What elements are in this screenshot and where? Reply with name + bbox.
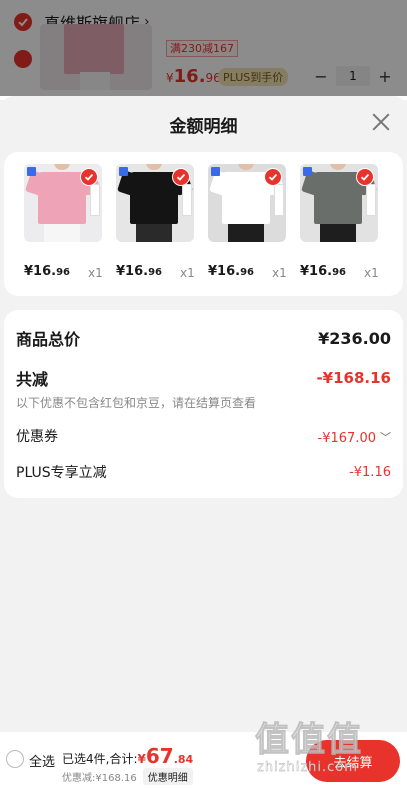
pants-image [320, 224, 356, 242]
item-quantity: x1 [180, 266, 195, 280]
selected-check-icon [356, 168, 374, 186]
discount-text: 优惠减:¥168.16 [62, 773, 137, 784]
plus-discount-value: -¥1.16 [349, 464, 391, 480]
watermark-url: zhizhizhi.com [257, 760, 358, 775]
size-strip [274, 184, 284, 216]
selected-check-icon [172, 168, 190, 186]
plus-discount-row: PLUS专享立减 -¥1.16 [16, 462, 391, 482]
item-price: ¥16.96 [300, 264, 346, 279]
discount-detail-button[interactable]: 优惠明细 [142, 768, 193, 785]
tshirt-image [314, 172, 362, 224]
price-decimal: 96 [332, 267, 346, 278]
item-card[interactable]: ¥16.96 x1 [116, 164, 200, 280]
item-card[interactable]: ¥16.96 x1 [300, 164, 384, 280]
price-integer: ¥16. [300, 264, 333, 279]
tshirt-image [38, 172, 86, 224]
selected-count-text: 已选4件,合计: [62, 752, 138, 766]
item-quantity: x1 [272, 266, 287, 280]
selected-check-icon [264, 168, 282, 186]
total-price-row: 商品总价 ¥236.00 [16, 326, 391, 350]
tag-icon [211, 167, 220, 176]
product-thumbnail[interactable] [24, 164, 102, 242]
modal-overlay[interactable] [0, 0, 407, 96]
total-price-label: 商品总价 [16, 330, 81, 349]
product-thumbnail[interactable] [300, 164, 378, 242]
coupon-value-wrap[interactable]: -¥167.00 ﹀ [318, 427, 391, 446]
tag-icon [303, 167, 312, 176]
item-card[interactable]: ¥16.96 x1 [208, 164, 292, 280]
tshirt-image [130, 172, 178, 224]
item-price: ¥16.96 [208, 264, 254, 279]
total-integer: 67 [145, 744, 174, 768]
reduction-hint: 以下优惠不包含红包和京豆，请在结算页查看 [16, 396, 257, 410]
selected-check-icon [80, 168, 98, 186]
price-integer: ¥16. [116, 264, 149, 279]
pants-image [44, 224, 80, 242]
yen-symbol: ¥ [137, 752, 146, 766]
price-integer: ¥16. [208, 264, 241, 279]
price-integer: ¥16. [24, 264, 57, 279]
tshirt-image [222, 172, 270, 224]
product-thumbnail[interactable] [116, 164, 194, 242]
amount-detail-sheet: 金额明细 ¥16.96 x1 ¥16.96 x1 ¥16.96 x1 ¥16.9… [0, 96, 407, 732]
price-summary-card: 商品总价 ¥236.00 共减 -¥168.16 以下优惠不包含红包和京豆，请在… [4, 310, 403, 498]
product-thumbnail[interactable] [208, 164, 286, 242]
select-all-checkbox[interactable] [6, 750, 24, 768]
total-decimal: .84 [173, 753, 194, 766]
total-amount: ¥67.84 [137, 744, 194, 768]
size-strip [90, 184, 100, 216]
coupon-value: -¥167.00 [317, 430, 376, 446]
sheet-title: 金额明细 [169, 117, 238, 137]
plus-discount-label: PLUS专享立减 [16, 465, 107, 481]
item-price: ¥16.96 [24, 264, 70, 279]
total-reduction-value: -¥168.16 [316, 369, 391, 387]
pants-image [136, 224, 172, 242]
total-reduction-label: 共减 [16, 370, 49, 389]
price-decimal: 96 [56, 267, 70, 278]
chevron-down-icon[interactable]: ﹀ [380, 429, 391, 445]
item-quantity: x1 [364, 266, 379, 280]
select-all-label[interactable]: 全选 [29, 751, 55, 770]
discount-line: 优惠减:¥168.16 优惠明细 [62, 768, 193, 785]
size-strip [366, 184, 376, 216]
coupon-row[interactable]: 优惠券 -¥167.00 ﹀ [16, 426, 391, 446]
item-price: ¥16.96 [116, 264, 162, 279]
watermark-logo: 值值值 [255, 720, 363, 761]
selected-items-card: ¥16.96 x1 ¥16.96 x1 ¥16.96 x1 ¥16.96 x1 [4, 152, 403, 296]
site-watermark: 值值值 zhizhizhi.com [255, 712, 405, 790]
price-decimal: 96 [240, 267, 254, 278]
size-strip [182, 184, 192, 216]
sheet-header: 金额明细 [0, 96, 407, 152]
item-quantity: x1 [88, 266, 103, 280]
total-price-value: ¥236.00 [318, 328, 391, 348]
tag-icon [27, 167, 36, 176]
close-icon[interactable] [369, 110, 393, 134]
coupon-label: 优惠券 [16, 429, 58, 445]
pants-image [228, 224, 264, 242]
total-reduction-row: 共减 -¥168.16 [16, 366, 391, 390]
total-line: 已选4件,合计:¥67.84 [62, 744, 193, 768]
price-decimal: 96 [148, 267, 162, 278]
item-card[interactable]: ¥16.96 x1 [24, 164, 108, 280]
tag-icon [119, 167, 128, 176]
